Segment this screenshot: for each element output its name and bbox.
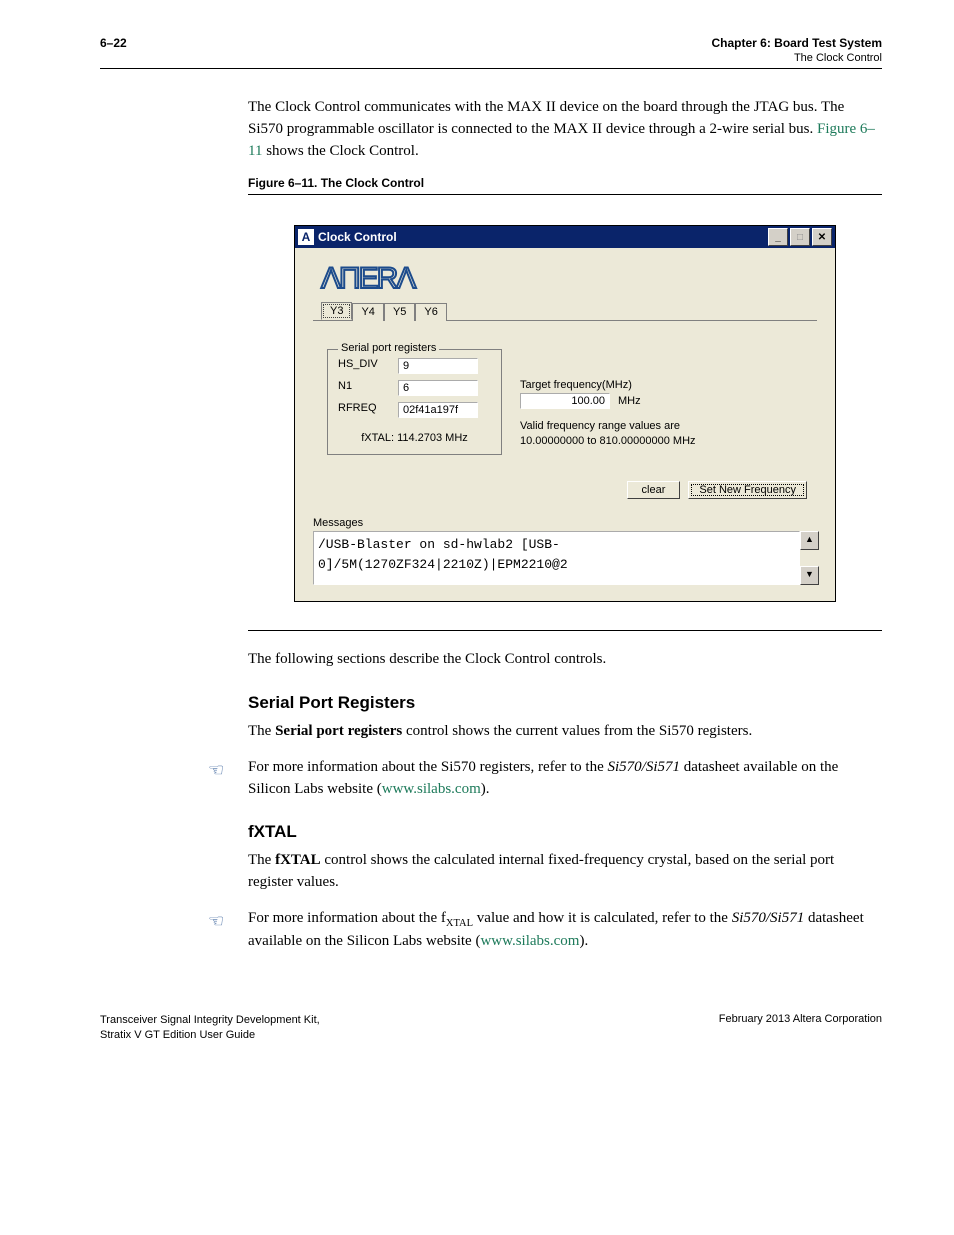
tab-strip: Y3 Y4 Y5 Y6 — [313, 302, 817, 321]
serial-port-registers-group: Serial port registers HS_DIV N1 RFREQ — [327, 349, 502, 455]
figure-top-rule — [248, 194, 882, 195]
post-figure-text: The following sections describe the Cloc… — [248, 649, 882, 671]
s2-p1: The fXTAL control shows the calculated i… — [248, 850, 882, 894]
altera-logo: ΛПΕRΛ — [313, 262, 817, 296]
section-fxtal: fXTAL — [248, 822, 882, 842]
figure-caption: Figure 6–11. The Clock Control — [248, 176, 882, 190]
hs-div-input[interactable] — [398, 358, 478, 374]
set-new-frequency-button[interactable]: Set New Frequency — [688, 481, 807, 499]
silabs-link-2[interactable]: www.silabs.com — [480, 933, 579, 949]
unit-label: MHz — [618, 395, 641, 407]
hs-div-label: HS_DIV — [338, 358, 398, 374]
header-rule — [100, 68, 882, 69]
footer-right: February 2013 Altera Corporation — [719, 1013, 882, 1044]
pointer-icon: ☜ — [208, 757, 224, 783]
clear-button[interactable]: clear — [627, 481, 681, 499]
n1-input[interactable] — [398, 380, 478, 396]
range-text: Valid frequency range values are 10.0000… — [520, 419, 696, 449]
pointer-icon-2: ☜ — [208, 908, 224, 934]
figure-bottom-rule — [248, 630, 882, 631]
scroll-up-button[interactable]: ▲ — [800, 531, 819, 550]
silabs-link-1[interactable]: www.silabs.com — [382, 781, 481, 797]
app-icon: A — [298, 229, 314, 245]
section-serial-port-registers: Serial Port Registers — [248, 693, 882, 713]
tab-y6[interactable]: Y6 — [415, 303, 446, 321]
intro-paragraph: The Clock Control communicates with the … — [248, 97, 882, 162]
maximize-button[interactable]: □ — [790, 228, 810, 246]
window-title: Clock Control — [318, 230, 397, 244]
tab-y3[interactable]: Y3 — [321, 302, 352, 320]
scroll-down-button[interactable]: ▼ — [800, 566, 819, 585]
fxtal-text: fXTAL: 114.2703 MHz — [338, 432, 491, 444]
s1-p2: ☜ For more information about the Si570 r… — [248, 757, 882, 801]
s2-p2: ☜ For more information about the fXTAL v… — [248, 908, 882, 953]
messages-label: Messages — [313, 517, 817, 529]
target-freq-label: Target frequency(MHz) — [520, 379, 696, 391]
tab-y5[interactable]: Y5 — [384, 303, 415, 321]
minimize-button[interactable]: _ — [768, 228, 788, 246]
s1-p1: The Serial port registers control shows … — [248, 721, 882, 743]
close-button[interactable]: ✕ — [812, 228, 832, 246]
rfreq-label: RFREQ — [338, 402, 398, 418]
messages-text: /USB-Blaster on sd-hwlab2 [USB-0]/5M(127… — [313, 531, 800, 585]
target-freq-input[interactable] — [520, 393, 610, 409]
chapter-title: Chapter 6: Board Test System — [712, 36, 883, 50]
rfreq-input[interactable] — [398, 402, 478, 418]
titlebar: A Clock Control _ □ ✕ — [295, 226, 835, 248]
tab-y4[interactable]: Y4 — [352, 303, 383, 321]
section-title: The Clock Control — [100, 52, 882, 64]
n1-label: N1 — [338, 380, 398, 396]
page-number: 6–22 — [100, 36, 127, 50]
group-legend: Serial port registers — [338, 342, 439, 354]
clock-control-dialog: A Clock Control _ □ ✕ ΛПΕRΛ Y3 Y4 Y5 Y6 — [294, 225, 836, 602]
footer-left: Transceiver Signal Integrity Development… — [100, 1013, 320, 1044]
